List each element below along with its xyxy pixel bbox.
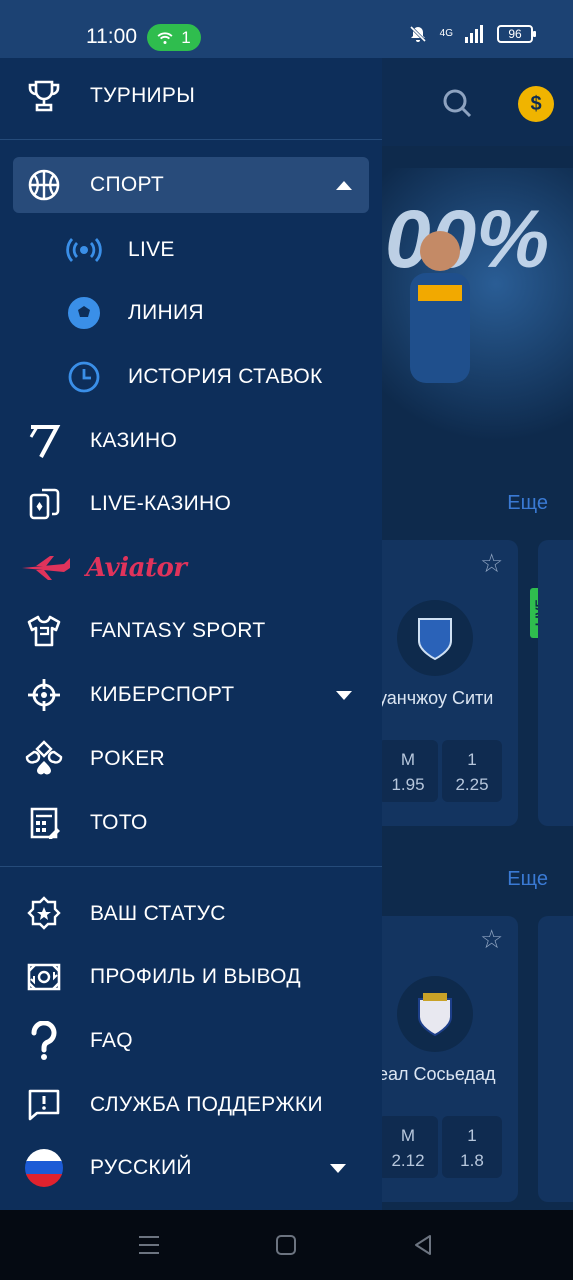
team-logo	[397, 976, 473, 1052]
menu-item-live-casino[interactable]: LIVE-КАЗИНО	[0, 476, 382, 532]
menu-item-toto[interactable]: ТОТО	[0, 795, 382, 851]
search-icon[interactable]	[442, 88, 472, 118]
deposit-icon[interactable]: $	[518, 86, 554, 122]
more-link-2[interactable]: Еще	[507, 868, 548, 891]
team-name: еал Сосьедад	[378, 1064, 496, 1084]
menu-item-esports[interactable]: КИБЕРСПОРТ	[0, 667, 382, 723]
favorite-star-icon[interactable]: ☆	[480, 924, 503, 955]
menu-item-bet-history[interactable]: ИСТОРИЯ СТАВОК	[0, 349, 382, 405]
menu-label: POKER	[90, 747, 166, 770]
menu-label: LIVE-КАЗИНО	[90, 492, 232, 515]
clock-icon	[64, 357, 104, 397]
card-suits-icon	[24, 739, 64, 779]
wallet-cash-icon	[24, 957, 64, 997]
menu-item-faq[interactable]: FAQ	[0, 1013, 382, 1069]
status-badge-icon	[24, 894, 64, 934]
soccer-ball-icon	[64, 293, 104, 333]
menu-item-casino[interactable]: КАЗИНО	[0, 413, 382, 469]
live-broadcast-icon	[64, 230, 104, 270]
menu-label: ЛИНИЯ	[128, 301, 204, 324]
menu-icon[interactable]	[136, 1232, 162, 1258]
menu-label: FANTASY SPORT	[90, 619, 266, 642]
menu-label: ТОТО	[90, 811, 148, 834]
menu-label: ПРОФИЛЬ И ВЫВОД	[90, 965, 301, 988]
match-card-partial[interactable]	[538, 916, 573, 1202]
menu-label: ТУРНИРЫ	[90, 84, 196, 107]
menu-label: FAQ	[90, 1029, 133, 1052]
menu-item-support[interactable]: СЛУЖБА ПОДДЕРЖКИ	[0, 1077, 382, 1133]
russia-flag-icon	[24, 1148, 64, 1188]
menu-label: РУССКИЙ	[90, 1156, 192, 1179]
match-card-partial[interactable]	[538, 540, 573, 826]
hotspot-pill: 1	[147, 24, 201, 51]
menu-item-line[interactable]: ЛИНИЯ	[0, 285, 382, 341]
chevron-down-icon[interactable]	[336, 691, 352, 700]
chevron-down-icon[interactable]	[330, 1164, 346, 1173]
home-icon[interactable]	[273, 1232, 299, 1258]
menu-item-language[interactable]: РУССКИЙ	[0, 1140, 382, 1196]
odd-button[interactable]: 1 2.25	[442, 740, 502, 802]
menu-item-tournaments[interactable]: ТУРНИРЫ	[0, 68, 382, 124]
menu-label: КИБЕРСПОРТ	[90, 683, 235, 706]
menu-label: СЛУЖБА ПОДДЕРЖКИ	[90, 1093, 323, 1116]
odd-button[interactable]: М 2.12	[378, 1116, 438, 1178]
back-icon[interactable]	[410, 1232, 436, 1258]
odd-button[interactable]: М 1.95	[378, 740, 438, 802]
question-mark-icon	[24, 1021, 64, 1061]
more-link-1[interactable]: Еще	[507, 492, 548, 515]
network-type: 4G	[439, 28, 453, 39]
hotspot-icon	[157, 31, 173, 44]
status-time: 11:00	[86, 25, 137, 48]
menu-item-your-status[interactable]: ВАШ СТАТУС	[0, 886, 382, 942]
status-bar: 11:00 1 4G 96	[0, 0, 573, 58]
menu-label: LIVE	[128, 238, 175, 261]
playing-cards-icon	[24, 484, 64, 524]
trophy-icon	[24, 76, 64, 116]
menu-item-fantasy-sport[interactable]: FANTASY SPORT	[0, 603, 382, 659]
menu-label: ВАШ СТАТУС	[90, 902, 226, 925]
basketball-icon	[24, 165, 64, 205]
crosshair-icon	[24, 675, 64, 715]
lucky-seven-icon	[24, 421, 64, 461]
aviator-logo-text: Aviator	[86, 553, 187, 583]
menu-label: ИСТОРИЯ СТАВОК	[128, 365, 323, 388]
odd-button[interactable]: 1 1.8	[442, 1116, 502, 1178]
hotspot-count: 1	[181, 27, 191, 47]
divider	[0, 866, 382, 867]
divider	[0, 139, 382, 140]
chat-alert-icon	[24, 1085, 64, 1125]
signal-icon	[465, 25, 483, 43]
banner-person-image	[410, 231, 470, 383]
team-name: уанчжоу Сити	[378, 688, 494, 708]
menu-label: КАЗИНО	[90, 429, 178, 452]
side-drawer: ТУРНИРЫ СПОРТ LIVE ЛИНИЯ ИСТОРИЯ СТАВОК …	[0, 58, 382, 1210]
menu-item-aviator[interactable]: Aviator	[0, 540, 382, 596]
menu-item-sport[interactable]: СПОРТ	[13, 157, 369, 213]
system-navigation-bar	[0, 1210, 573, 1280]
battery-indicator: 96	[497, 25, 536, 43]
menu-label: СПОРТ	[90, 173, 164, 196]
jersey-icon	[24, 611, 64, 651]
aviator-plane-icon	[22, 556, 70, 580]
mute-icon	[409, 25, 426, 43]
menu-item-profile-withdraw[interactable]: ПРОФИЛЬ И ВЫВОД	[0, 949, 382, 1005]
team-logo	[397, 600, 473, 676]
calculator-icon	[24, 803, 64, 843]
menu-item-poker[interactable]: POKER	[0, 731, 382, 787]
favorite-star-icon[interactable]: ☆	[480, 548, 503, 579]
menu-item-live[interactable]: LIVE	[0, 222, 382, 278]
chevron-up-icon[interactable]	[336, 181, 352, 190]
